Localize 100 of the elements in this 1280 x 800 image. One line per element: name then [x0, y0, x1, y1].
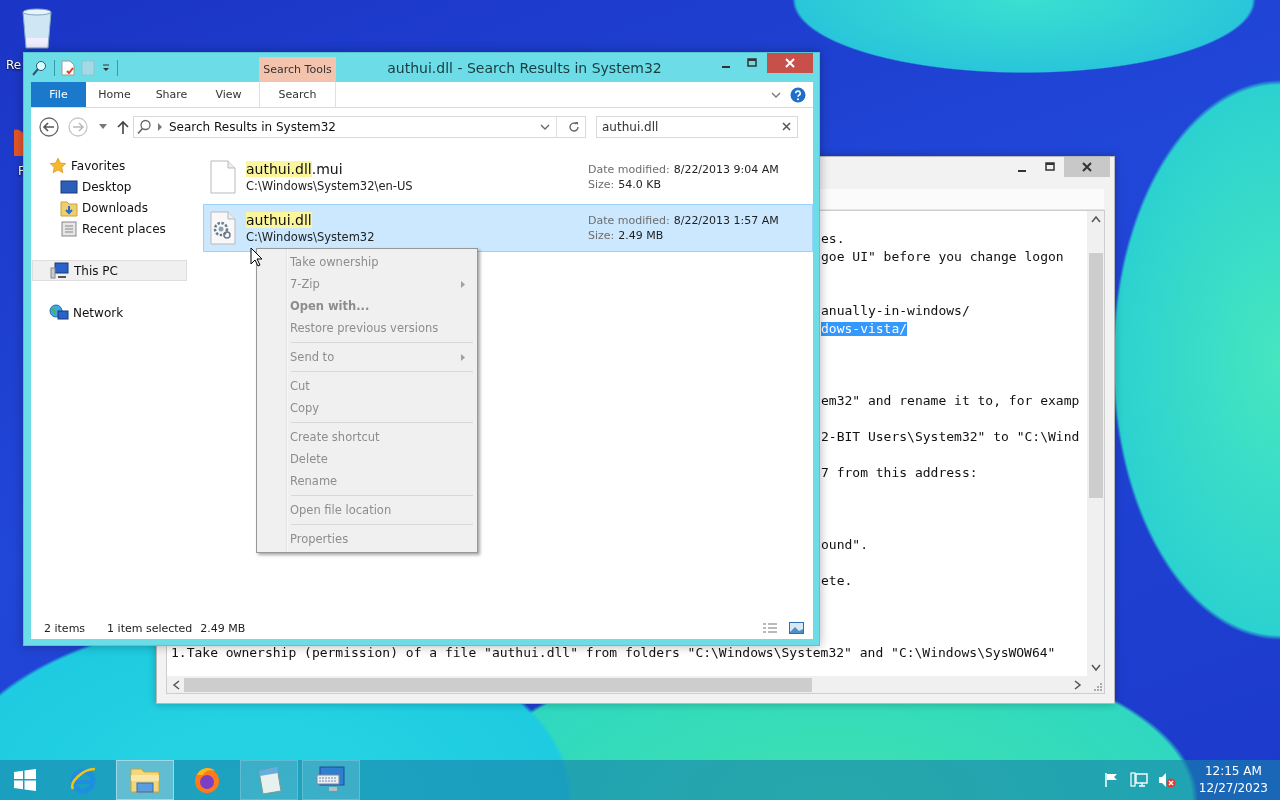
- clock-date: 12/27/2023: [1198, 780, 1268, 797]
- selection-size: 2.49 MB: [200, 621, 246, 635]
- date-label: Date modified:: [588, 214, 670, 227]
- star-icon: [49, 156, 67, 175]
- file-name: .mui: [311, 161, 343, 177]
- date-value: 8/22/2013 1:57 AM: [673, 214, 779, 227]
- taskbar-button[interactable]: [240, 760, 298, 800]
- highlighted-file-name: authui.dll: [246, 161, 312, 177]
- text-line: ete.: [821, 574, 853, 588]
- close-icon: [1082, 162, 1092, 172]
- computer-icon: [50, 261, 70, 280]
- picture-view-icon: [788, 622, 804, 634]
- flag-icon: [1102, 772, 1119, 788]
- submenu-arrow-icon: [461, 353, 465, 361]
- text-line: 2-BIT Users\System32" to "C:\Wind: [821, 430, 1080, 444]
- help-icon: [790, 86, 806, 103]
- text-line: ound".: [821, 538, 868, 552]
- minimize-icon: [721, 66, 731, 68]
- new-document-icon: [61, 59, 75, 76]
- navigation-label: Downloads: [82, 200, 148, 215]
- close-button[interactable]: [767, 53, 813, 73]
- ribbon-tab[interactable]: Search: [259, 82, 336, 107]
- recent-places-icon: [60, 219, 78, 238]
- highlighted-file-name: authui.dll: [246, 212, 312, 228]
- text-line: anually-in-windows/: [821, 304, 970, 318]
- maximize-icon: [1045, 162, 1055, 172]
- taskbar-button[interactable]: [302, 760, 360, 800]
- speaker-muted-icon: [1157, 772, 1176, 788]
- scroll-left-icon: [172, 679, 180, 690]
- window-title: authui.dll - Search Results in System32: [386, 58, 663, 78]
- ribbon-tab[interactable]: Home: [86, 82, 143, 107]
- mouse-pointer-icon: [250, 247, 263, 267]
- search-icon: [137, 118, 151, 135]
- ribbon-tab[interactable]: View: [200, 82, 257, 107]
- navigation-item[interactable]: Recent places: [31, 218, 190, 239]
- text-line: 1.Take ownership (permission) of a file "authui.dll" from folders "C:\Windows\System32" and "C:\Windows\SysWOW64": [171, 646, 1056, 660]
- navigation-label: This PC: [74, 263, 118, 278]
- recent-locations-button[interactable]: [96, 124, 110, 129]
- minimize-icon: [1017, 170, 1027, 172]
- windows-logo-icon: [13, 768, 37, 792]
- desktop-icon-label[interactable]: Re: [6, 58, 22, 72]
- file-row[interactable]: authui.dll C:\Windows\System32 Date modified: 8/22/2013 1:57 AM Size: 2.49 MB: [203, 204, 813, 252]
- navigation-label: Favorites: [71, 158, 126, 173]
- text-line: em32" and rename it to, for examp: [821, 394, 1080, 408]
- navigation-label: Desktop: [82, 179, 132, 194]
- close-button[interactable]: [1064, 157, 1110, 177]
- address-bar[interactable]: Search Results in System32: [133, 115, 586, 138]
- navigation-item[interactable]: This PC: [32, 260, 187, 281]
- caret-icon: [99, 124, 107, 129]
- chevron-down-icon: [771, 91, 781, 98]
- clock[interactable]: 12:15 AM 12/27/2023: [1182, 760, 1280, 800]
- selection-info: 1 item selected: [107, 621, 193, 635]
- file-row[interactable]: authui.dll.mui C:\Windows\System32\en-US Date modified: 8/22/2013 9:04 AM Size: 54.0 KB: [203, 153, 813, 201]
- dropdown-caret-icon: [101, 62, 111, 73]
- scroll-up-icon: [1090, 215, 1101, 223]
- chevron-down-icon: [540, 123, 550, 130]
- fox-globe-icon: [192, 765, 222, 795]
- maximize-icon: [747, 58, 757, 68]
- scrollbar-thumb[interactable]: [1088, 253, 1103, 498]
- recycle-bin-icon: [20, 8, 54, 50]
- navigation-label: Network: [73, 305, 124, 320]
- clock-time: 12:15 AM: [1204, 763, 1262, 780]
- ribbon-tab[interactable]: Share: [143, 82, 200, 107]
- contextual-tab-label: Search Tools: [259, 57, 336, 82]
- text-line: es.: [821, 232, 845, 246]
- properties-magnifier-icon: [32, 59, 48, 76]
- submenu-arrow-icon: [461, 280, 465, 288]
- scroll-down-icon: [1090, 664, 1101, 672]
- desktop-icon: [60, 179, 78, 194]
- item-count: 2 items: [44, 621, 86, 635]
- details-view-icon: [762, 622, 778, 634]
- navigation-item[interactable]: Network: [31, 302, 190, 323]
- selected-text: dows-vista/: [821, 322, 908, 336]
- up-button[interactable]: [116, 119, 130, 134]
- back-button[interactable]: [38, 115, 60, 138]
- file-path: C:\Windows\System32: [246, 230, 375, 244]
- scroll-right-icon: [1074, 679, 1082, 690]
- close-icon: [785, 58, 795, 68]
- file-path: C:\Windows\System32\en-US: [246, 179, 413, 193]
- network-monitor-icon: [1129, 772, 1148, 788]
- taskbar-button[interactable]: [116, 760, 174, 800]
- navigation-item[interactable]: Desktop: [31, 176, 190, 197]
- notepad-icon: [255, 765, 283, 795]
- browser-e-icon: [68, 765, 98, 795]
- size-value: 54.0 KB: [618, 178, 662, 191]
- date-value: 8/22/2013 9:04 AM: [673, 163, 779, 176]
- breadcrumb-arrow-icon: [157, 122, 163, 131]
- text-line: 7 from this address:: [821, 466, 978, 480]
- date-label: Date modified:: [588, 163, 670, 176]
- navigation-item[interactable]: Favorites: [31, 155, 190, 176]
- gear-document-icon: [209, 211, 237, 245]
- text-line: goe UI" before you change logon: [821, 250, 1064, 264]
- resize-grip-icon: [1094, 683, 1102, 691]
- navigation-label: Recent places: [82, 221, 166, 236]
- size-label: Size:: [588, 178, 615, 191]
- navigation-item[interactable]: Downloads: [31, 197, 190, 218]
- file-tab[interactable]: File: [31, 82, 86, 107]
- scrollbar-thumb[interactable]: [184, 677, 812, 692]
- up-arrow-icon: [117, 119, 129, 134]
- document-icon: [209, 160, 237, 194]
